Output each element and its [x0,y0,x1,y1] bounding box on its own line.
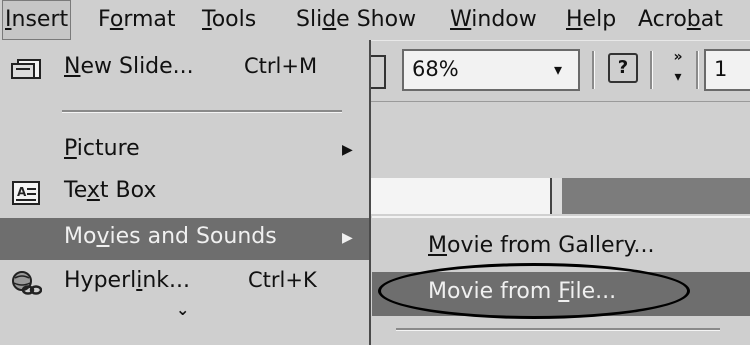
new-slide-icon [11,59,41,79]
question-mark-icon: ? [617,57,629,78]
expand-menu-chevron-icon[interactable]: ⌄ [176,300,189,319]
highlight-oval-annotation [378,263,690,319]
zoom-dropdown[interactable]: 68% ▾ [402,49,580,91]
menu-item-picture[interactable]: Picture ▶ [0,130,369,172]
help-button[interactable]: ? [608,53,638,83]
more-dropdown-glyph: ▾ [674,69,682,85]
menu-item-label: Text Box [64,178,157,203]
insert-menu: New Slide... Ctrl+M Picture ▶ A Text Box… [0,40,371,345]
menu-accel: d [322,7,337,32]
toolbar-separator [650,51,653,89]
menu-label: at [700,7,723,32]
zoom-value: 68% [412,57,459,81]
menu-item-label: New Slide... [64,54,194,79]
chevron-down-icon[interactable]: ▾ [546,51,570,89]
menu-accel: H [566,7,583,32]
menu-separator [62,110,342,113]
menu-item-text-box[interactable]: A Text Box [0,172,369,214]
toolbar-separator [696,51,699,89]
menu-label: rmat [123,7,176,32]
menu-label: elp [582,7,617,32]
menu-bar: Insert Format Tools Slide Show Window He… [0,0,750,41]
menu-format[interactable]: Format [96,0,178,40]
menu-accel: W [450,7,472,32]
menu-label: indow [471,7,537,32]
toolbar: 68% ▾ ? » ▾ 1 [370,41,750,102]
text-box-icon: A [12,181,40,205]
toolbar-separator [592,51,595,89]
shortcut-label: Ctrl+M [244,54,318,78]
toolbar-button-partial[interactable] [370,55,386,89]
submenu-separator [396,328,720,331]
menu-item-new-slide[interactable]: New Slide... Ctrl+M [0,48,369,90]
submenu-item-label: Movie from Gallery... [428,233,655,258]
submenu-arrow-icon: ▶ [342,142,353,158]
menu-tools[interactable]: Tools [200,0,258,40]
slide-pane [562,178,750,214]
menu-item-movies-and-sounds[interactable]: Movies and Sounds ▶ [0,218,369,260]
menu-accel: T [202,7,212,32]
menu-acrobat[interactable]: Acrobat [636,0,725,40]
pane-splitter[interactable] [550,178,562,214]
menu-label: Sli [296,7,323,32]
menu-insert[interactable]: Insert [2,0,72,40]
font-size-value: 1 [714,57,728,81]
menu-label: nsert [11,7,69,32]
menu-window[interactable]: Window [448,0,539,40]
menu-accel: o [109,7,124,32]
menu-item-label: Movies and Sounds [64,224,277,249]
hyperlink-icon [12,271,42,295]
font-size-field[interactable]: 1 [704,49,750,91]
menu-item-label: Hyperlink... [64,268,191,293]
slide-area [370,178,550,214]
menu-slide-show[interactable]: Slide Show [294,0,418,40]
menu-accel: b [686,7,701,32]
menu-label: ools [211,7,257,32]
more-buttons-icon[interactable]: » ▾ [666,47,690,91]
submenu-arrow-icon: ▶ [342,230,353,246]
shortcut-label: Ctrl+K [248,268,317,292]
menu-item-hyperlink[interactable]: Hyperlink... Ctrl+K [0,262,369,304]
more-glyph: » [673,49,683,65]
svg-text:A: A [17,185,27,199]
menu-help[interactable]: Help [564,0,618,40]
menu-label: e Show [336,7,417,32]
menu-item-label: Picture [64,136,140,161]
menu-label: F [98,7,110,32]
menu-label: Acro [638,7,687,32]
